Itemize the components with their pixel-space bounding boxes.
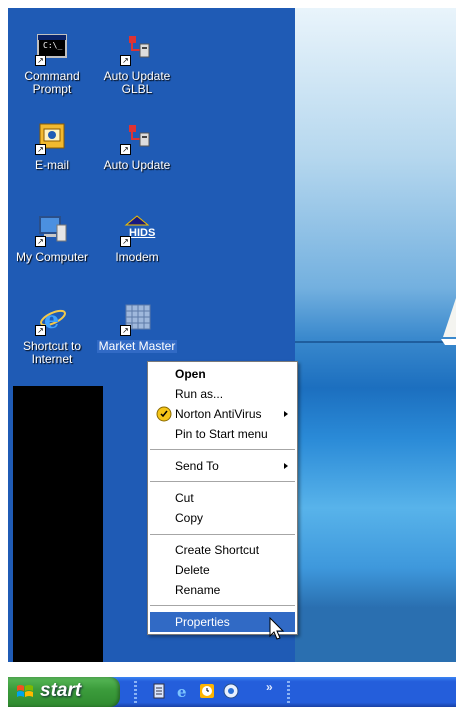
- network-shortcut-icon: ↗: [120, 32, 154, 66]
- redacted-area: [13, 386, 103, 662]
- icon-label: Shortcut to Internet: [22, 339, 82, 366]
- shortcut-arrow-icon: ↗: [35, 55, 46, 66]
- shortcut-arrow-icon: ↗: [120, 236, 131, 247]
- icon-label: Command Prompt: [24, 69, 80, 96]
- desktop-icon-email[interactable]: ↗ E-mail: [9, 121, 95, 174]
- start-label: start: [40, 680, 82, 701]
- icon-label: Auto Update: [103, 158, 171, 172]
- my-computer-icon: ↗: [35, 213, 69, 247]
- internet-explorer-icon: e ↗: [35, 302, 69, 336]
- icon-label: Imodem: [115, 250, 159, 264]
- command-prompt-text: C:\_: [43, 41, 63, 50]
- menu-separator: [150, 449, 295, 450]
- shortcut-arrow-icon: ↗: [35, 236, 46, 247]
- desktop-icon-auto-update[interactable]: ↗ Auto Update: [94, 121, 180, 174]
- taskbar-grip[interactable]: [287, 681, 290, 703]
- desktop-icon-imodem[interactable]: HIDS ↗ Imodem: [94, 213, 180, 266]
- desktop-icon-internet-shortcut[interactable]: e ↗ Shortcut to Internet: [9, 302, 95, 368]
- icon-label: E-mail: [34, 158, 69, 172]
- menu-item-norton-antivirus[interactable]: Norton AntiVirus: [150, 404, 295, 424]
- outlook-email-icon: ↗: [35, 121, 69, 155]
- quick-launch-overflow-chevron[interactable]: »: [266, 680, 273, 694]
- taskbar-grip[interactable]: [134, 681, 137, 703]
- svg-text:e: e: [177, 683, 187, 699]
- menu-item-delete[interactable]: Delete: [150, 560, 295, 580]
- shortcut-arrow-icon: ↗: [120, 325, 131, 336]
- context-menu: Open Run as... Norton AntiVirus Pin to S…: [147, 361, 298, 635]
- menu-separator: [150, 481, 295, 482]
- market-master-icon: ↗: [120, 302, 154, 336]
- icon-label: Market Master: [96, 339, 178, 353]
- menu-item-cut[interactable]: Cut: [150, 488, 295, 508]
- norton-antivirus-icon: [156, 406, 172, 422]
- sailboat-image: [441, 298, 456, 345]
- menu-item-run-as[interactable]: Run as...: [150, 384, 295, 404]
- desktop-icon-auto-update-glbl[interactable]: ↗ Auto Update GLBL: [94, 32, 180, 98]
- shortcut-arrow-icon: ↗: [120, 55, 131, 66]
- mouse-cursor-icon: [269, 617, 285, 640]
- menu-item-create-shortcut[interactable]: Create Shortcut: [150, 540, 295, 560]
- shortcut-arrow-icon: ↗: [35, 144, 46, 155]
- command-prompt-icon: C:\_ ↗: [35, 32, 69, 66]
- menu-item-send-to[interactable]: Send To: [150, 456, 295, 476]
- imodem-logo-text: HIDS: [129, 227, 156, 239]
- menu-separator: [150, 534, 295, 535]
- taskbar: start e »: [8, 677, 456, 707]
- shortcut-arrow-icon: ↗: [120, 144, 131, 155]
- start-button[interactable]: start: [8, 677, 120, 707]
- menu-item-pin-to-start[interactable]: Pin to Start menu: [150, 424, 295, 444]
- icon-label: Auto Update GLBL: [103, 69, 171, 96]
- desktop-icon-command-prompt[interactable]: C:\_ ↗ Command Prompt: [9, 32, 95, 98]
- network-shortcut-icon: ↗: [120, 121, 154, 155]
- icon-label: My Computer: [15, 250, 89, 264]
- menu-item-open[interactable]: Open: [150, 364, 295, 384]
- menu-item-rename[interactable]: Rename: [150, 580, 295, 600]
- windows-update-icon[interactable]: [223, 683, 239, 699]
- submenu-arrow-icon: [284, 411, 288, 417]
- shortcut-arrow-icon: ↗: [35, 325, 46, 336]
- internet-explorer-icon[interactable]: e: [175, 683, 191, 699]
- clock-icon[interactable]: [199, 683, 215, 699]
- submenu-arrow-icon: [284, 463, 288, 469]
- windows-flag-icon: [17, 685, 33, 697]
- menu-separator: [150, 605, 295, 606]
- sailboat-wallpaper: [295, 8, 456, 662]
- menu-item-copy[interactable]: Copy: [150, 508, 295, 528]
- desktop-icon-market-master[interactable]: ↗ Market Master: [94, 302, 180, 355]
- desktop-icon-my-computer[interactable]: ↗ My Computer: [9, 213, 95, 266]
- notepad-icon[interactable]: [151, 683, 167, 699]
- horizon-line: [295, 341, 456, 343]
- svg-text:e: e: [44, 305, 59, 334]
- imodem-icon: HIDS ↗: [120, 213, 156, 247]
